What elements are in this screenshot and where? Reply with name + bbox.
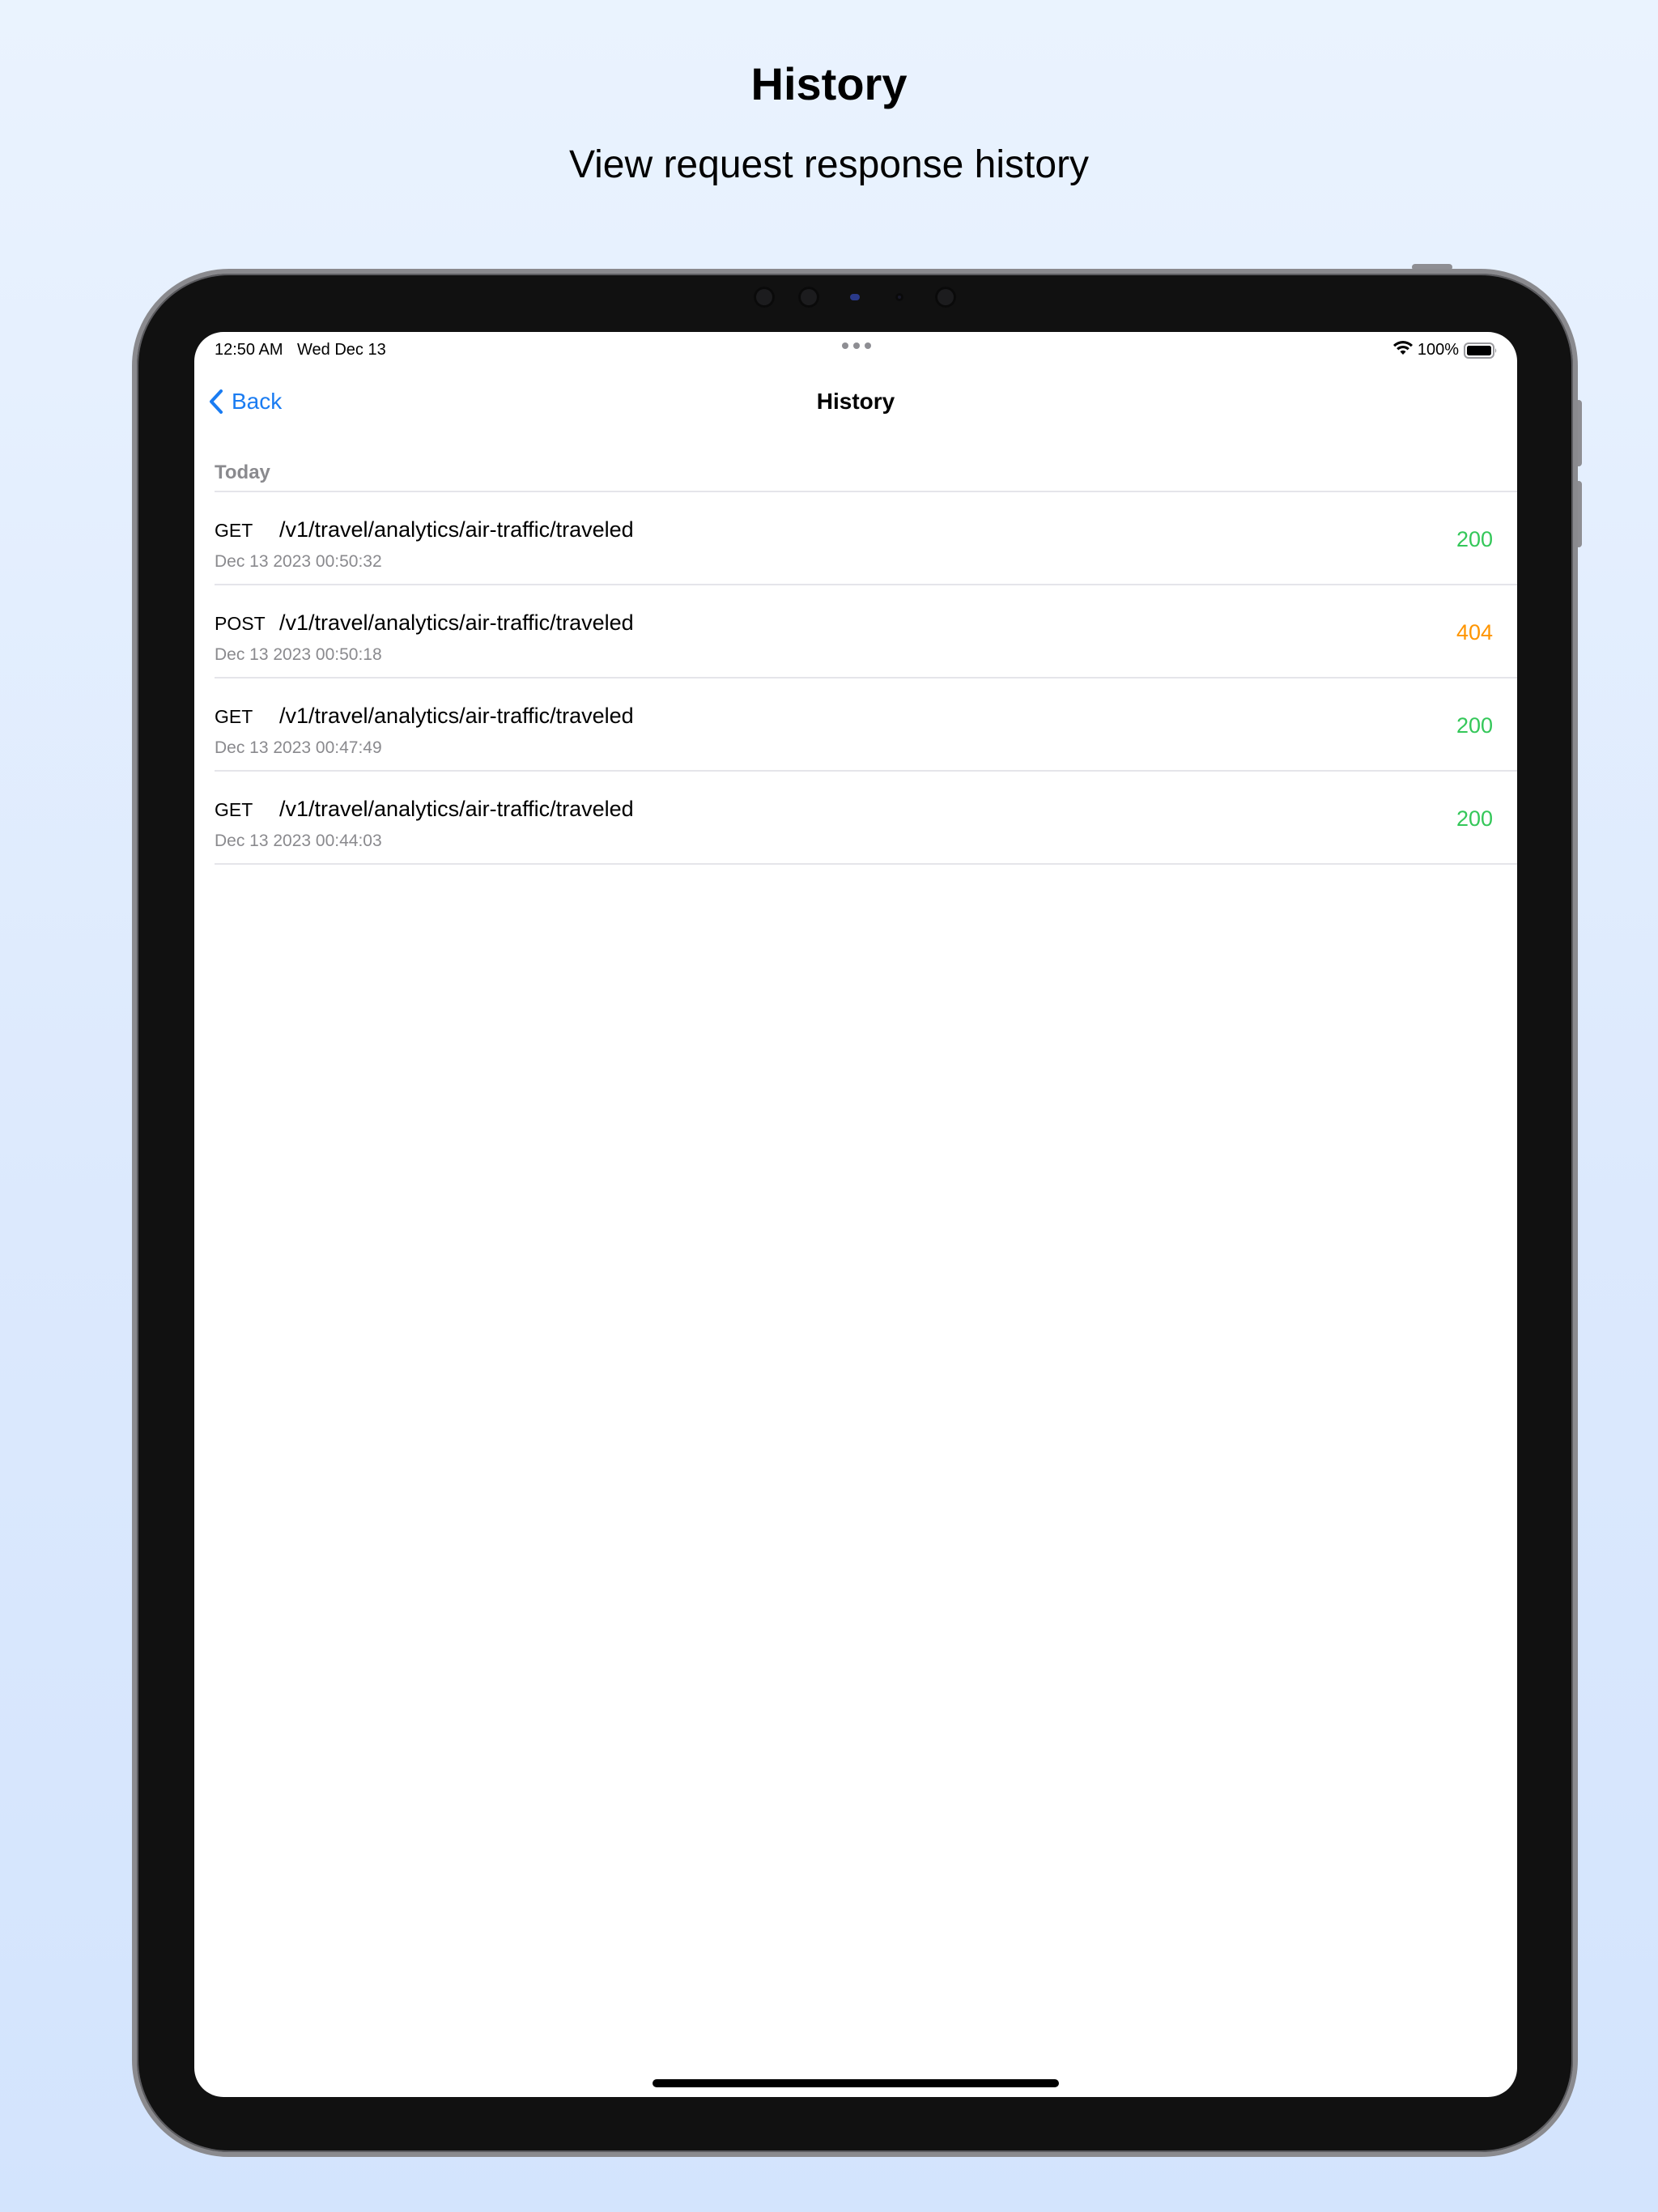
request-path: /v1/travel/analytics/air-traffic/travele… [279,704,634,728]
section-header: Today [215,462,270,483]
response-status-code: 200 [1456,806,1493,831]
promo-title: History [750,58,908,109]
response-status-code: 404 [1456,620,1493,644]
camera-array [0,285,1658,309]
response-status-code: 200 [1456,713,1493,738]
battery-percentage: 100% [1417,341,1459,359]
history-row[interactable]: GET /v1/travel/analytics/air-traffic/tra… [215,492,1517,585]
request-history-list: GET /v1/travel/analytics/air-traffic/tra… [215,491,1517,865]
request-method: GET [215,520,253,541]
battery-icon [1464,342,1497,359]
page-title: History [816,389,895,414]
sensor-icon [895,293,903,301]
camera-lens-icon [754,287,775,308]
response-status-code: 200 [1456,527,1493,551]
request-method: GET [215,706,253,727]
app-screen: 12:50 AM Wed Dec 13 100% Back History To… [194,332,1517,2097]
request-timestamp: Dec 13 2023 00:44:03 [215,832,382,850]
history-row[interactable]: GET /v1/travel/analytics/air-traffic/tra… [215,678,1517,772]
history-row[interactable]: POST /v1/travel/analytics/air-traffic/tr… [215,585,1517,678]
camera-lens-icon [798,287,819,308]
request-path: /v1/travel/analytics/air-traffic/travele… [279,517,634,542]
status-date: Wed Dec 13 [297,341,386,359]
request-timestamp: Dec 13 2023 00:50:18 [215,645,382,664]
status-time: 12:50 AM [215,341,283,359]
request-timestamp: Dec 13 2023 00:50:32 [215,552,382,571]
request-timestamp: Dec 13 2023 00:47:49 [215,738,382,757]
request-method: GET [215,799,253,820]
home-indicator[interactable] [653,2079,1059,2087]
promo-subtitle: View request response history [568,143,1090,186]
camera-lens-icon [935,287,956,308]
sensor-icon [850,294,860,300]
multitasking-dots-icon[interactable] [842,342,871,349]
request-path: /v1/travel/analytics/air-traffic/travele… [279,797,634,821]
history-row[interactable]: GET /v1/travel/analytics/air-traffic/tra… [215,772,1517,865]
request-method: POST [215,613,266,634]
request-path: /v1/travel/analytics/air-traffic/travele… [279,610,634,635]
wifi-icon [1393,341,1413,355]
